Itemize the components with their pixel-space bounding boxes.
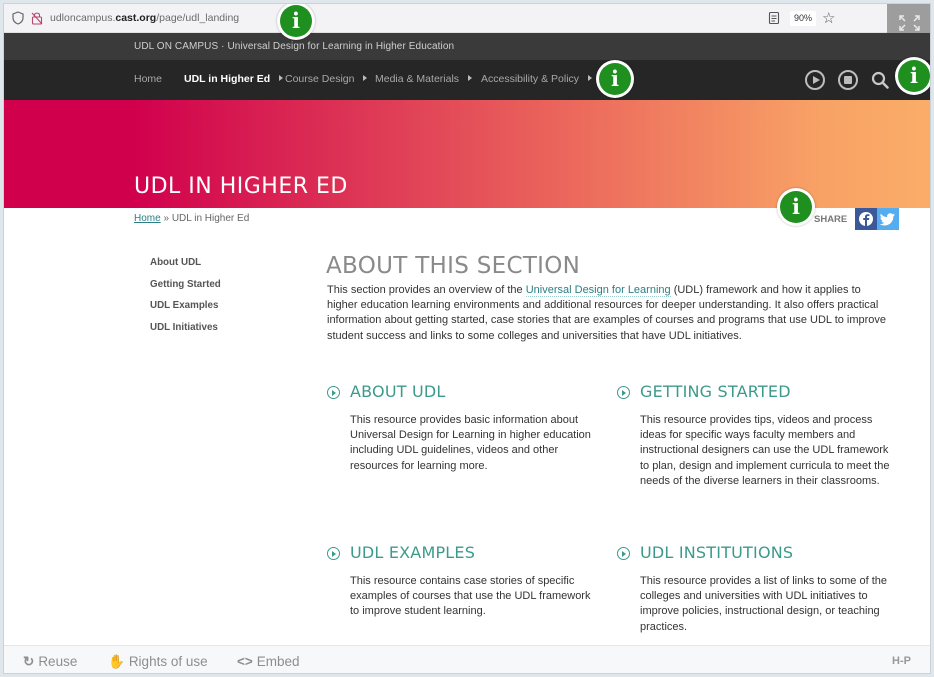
nav-home[interactable]: Home	[134, 73, 162, 85]
zoom-level-badge[interactable]: 90%	[790, 11, 816, 26]
caret-right-icon	[468, 75, 473, 81]
stop-icon[interactable]	[838, 70, 858, 90]
card-title: ABOUT UDL	[350, 382, 446, 401]
h5p-footer: ↻ Reuse ✋ Rights of use <> Embed H-P	[4, 645, 930, 673]
udl-link[interactable]: Universal Design for Learning	[525, 284, 671, 297]
info-icon: i	[792, 194, 800, 219]
card-description: This resource provides basic information…	[350, 414, 591, 472]
browser-url-bar: udloncampus.cast.org/page/udl_landing 90…	[4, 4, 930, 33]
card-title: UDL EXAMPLES	[350, 543, 476, 562]
nav-udl-in-higher-ed[interactable]: UDL in Higher Ed	[184, 73, 284, 85]
caret-right-icon	[279, 75, 284, 81]
card-description: This resource contains case stories of s…	[350, 575, 591, 618]
card-about-udl: ABOUT UDL This resource provides basic i…	[327, 382, 597, 474]
card-description: This resource provides a list of links t…	[640, 575, 887, 633]
circle-arrow-icon	[327, 386, 340, 399]
section-sidebar: About UDL Getting Started UDL Examples U…	[150, 257, 221, 343]
site-top-bar: UDL ON CAMPUS · Universal Design for Lea…	[4, 33, 930, 60]
facebook-icon	[859, 212, 873, 226]
breadcrumb-separator: »	[163, 213, 170, 224]
breadcrumb-home-link[interactable]: Home	[134, 213, 161, 224]
breadcrumb-current: UDL in Higher Ed	[171, 213, 250, 224]
main-nav: Home UDL in Higher Ed Course Design Medi…	[4, 60, 930, 100]
card-udl-examples-link[interactable]: UDL EXAMPLES	[327, 543, 597, 565]
h5p-logo[interactable]: H-P	[892, 655, 911, 667]
card-about-udl-link[interactable]: ABOUT UDL	[327, 382, 597, 404]
search-icon[interactable]	[871, 71, 889, 89]
shield-icon	[12, 11, 24, 25]
rights-of-use-button[interactable]: ✋ Rights of use	[108, 654, 208, 670]
banner-title: UDL IN HIGHER ED	[134, 174, 348, 199]
caret-right-icon	[588, 75, 593, 81]
info-hotspot-share[interactable]: i	[777, 188, 815, 226]
info-icon: i	[292, 8, 300, 33]
sidebar-item-about-udl[interactable]: About UDL	[150, 257, 221, 279]
info-hotspot-nav[interactable]: i	[596, 60, 634, 98]
section-intro: This section provides an overview of the…	[327, 284, 887, 342]
insecure-lock-icon	[31, 12, 43, 25]
embed-icon: <>	[237, 654, 253, 669]
info-icon: i	[910, 63, 918, 88]
info-hotspot-url[interactable]: i	[277, 4, 315, 40]
section-heading: ABOUT THIS SECTION	[326, 253, 581, 279]
circle-arrow-icon	[327, 547, 340, 560]
circle-arrow-icon	[617, 547, 630, 560]
caret-right-icon	[363, 75, 368, 81]
twitter-icon	[879, 213, 895, 226]
card-udl-institutions-link[interactable]: UDL INSTITUTIONS	[617, 543, 887, 565]
card-title: GETTING STARTED	[640, 382, 791, 401]
sidebar-item-udl-examples[interactable]: UDL Examples	[150, 300, 221, 322]
sidebar-item-getting-started[interactable]: Getting Started	[150, 279, 221, 301]
reuse-button[interactable]: ↻ Reuse	[23, 654, 77, 670]
card-udl-examples: UDL EXAMPLES This resource contains case…	[327, 543, 597, 620]
bookmark-star-icon[interactable]: ☆	[822, 9, 835, 27]
nav-course-design[interactable]: Course Design	[285, 73, 368, 85]
reader-view-icon[interactable]	[768, 11, 780, 25]
play-icon[interactable]	[805, 70, 825, 90]
circle-arrow-icon	[617, 386, 630, 399]
nav-accessibility-policy[interactable]: Accessibility & Policy	[481, 73, 593, 85]
sidebar-item-udl-initiatives[interactable]: UDL Initiatives	[150, 322, 221, 344]
nav-media-materials[interactable]: Media & Materials	[375, 73, 473, 85]
handshake-icon: ✋	[108, 654, 125, 669]
card-udl-institutions: UDL INSTITUTIONS This resource provides …	[617, 543, 887, 635]
reuse-icon: ↻	[23, 654, 35, 669]
facebook-share-button[interactable]	[855, 208, 877, 230]
card-description: This resource provides tips, videos and …	[640, 414, 890, 487]
card-title: UDL INSTITUTIONS	[640, 543, 794, 562]
info-hotspot-controls[interactable]: i	[895, 57, 930, 95]
embed-button[interactable]: <> Embed	[237, 654, 300, 669]
h5p-frame: udloncampus.cast.org/page/udl_landing 90…	[3, 3, 931, 674]
url-text[interactable]: udloncampus.cast.org/page/udl_landing	[50, 12, 239, 24]
breadcrumb: Home » UDL in Higher Ed	[134, 213, 249, 224]
share-label: SHARE	[814, 214, 848, 225]
card-getting-started: GETTING STARTED This resource provides t…	[617, 382, 889, 489]
site-title[interactable]: UDL ON CAMPUS · Universal Design for Lea…	[134, 41, 454, 52]
twitter-share-button[interactable]	[877, 208, 899, 230]
info-icon: i	[611, 66, 619, 91]
card-getting-started-link[interactable]: GETTING STARTED	[617, 382, 887, 404]
